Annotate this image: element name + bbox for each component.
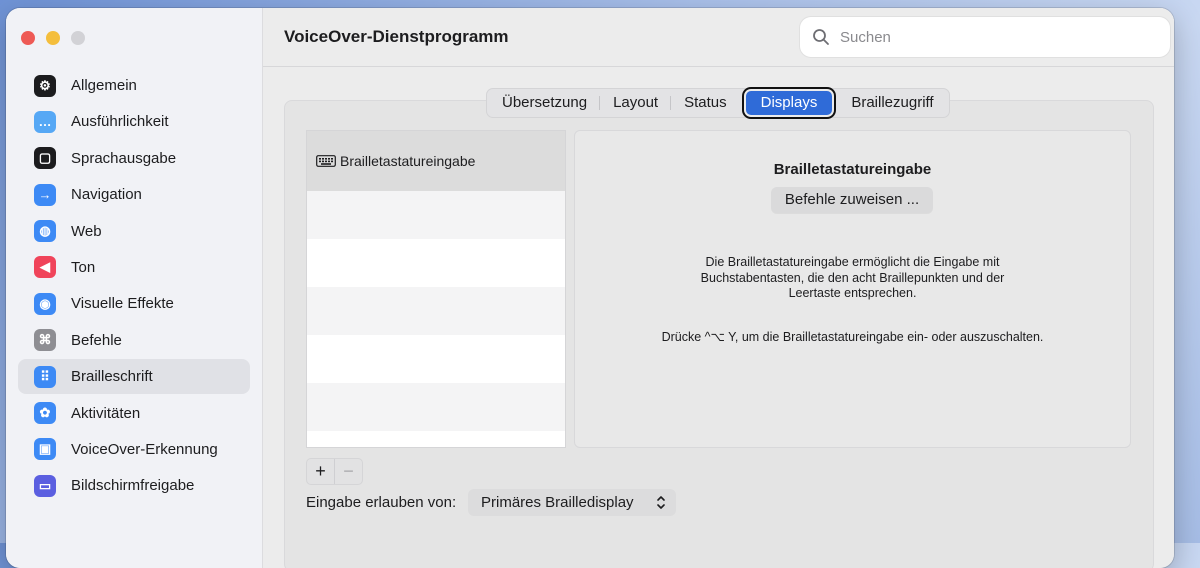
eye-icon: ◉ — [34, 292, 56, 315]
tab-übersetzung[interactable]: Übersetzung — [489, 91, 601, 115]
arrow-right-icon: → — [34, 183, 56, 206]
close-window-button[interactable] — [21, 31, 35, 45]
recognition-icon: ▣ — [34, 438, 56, 461]
sidebar-item[interactable]: ◉ Visuelle Effekte — [18, 286, 250, 321]
sidebar-item[interactable]: ⠿ Brailleschrift — [18, 359, 250, 395]
assign-commands-button[interactable]: Befehle zuweisen ... — [771, 187, 933, 213]
speaker-icon: ◀ — [34, 256, 56, 279]
sidebar-item-label: Ausführlichkeit — [71, 113, 169, 131]
globe-icon: ◍ — [34, 220, 56, 243]
general-icon: ⚙ — [34, 74, 56, 97]
speech-icon: ▢ — [34, 147, 56, 170]
tab-bar: Übersetzung Layout Status Displays Braillezu… — [486, 88, 950, 118]
window-title: VoiceOver-Dienstprogramm — [284, 27, 509, 46]
sidebar-item-label: Allgemein — [71, 77, 137, 94]
sidebar-item[interactable]: → Navigation — [18, 177, 250, 212]
sidebar-item-label: VoiceOver-Erkennung — [71, 440, 218, 458]
search-icon — [813, 29, 829, 45]
add-button[interactable]: + — [307, 459, 335, 484]
sidebar-item[interactable]: ⌘ Befehle — [18, 323, 250, 358]
tab-status[interactable]: Status — [671, 91, 740, 115]
sidebar-item[interactable]: ▭ Bildschirmfreigabe — [18, 468, 250, 503]
screen-sharing-icon: ▭ — [34, 474, 56, 497]
sidebar-item[interactable]: ⚙ Allgemein — [18, 68, 250, 103]
allow-input-label: Eingabe erlauben von: — [306, 494, 457, 511]
sidebar-item[interactable]: ▢ Sprachausgabe — [18, 141, 250, 176]
sidebar-item-label: Aktivitäten — [71, 404, 141, 422]
activities-icon: ✿ — [34, 402, 56, 425]
command-icon: ⌘ — [34, 329, 56, 352]
sidebar-item-label: Bildschirmfreigabe — [71, 477, 195, 495]
empty-list-row — [307, 383, 565, 431]
sidebar-item-label: Web — [71, 222, 102, 240]
allow-input-popup[interactable]: Primäres Brailledisplay — [468, 489, 676, 516]
minimize-window-button[interactable] — [46, 31, 60, 45]
sidebar-item-label: Sprachausgabe — [71, 149, 177, 167]
sidebar-item[interactable]: ◀ Ton — [18, 250, 250, 285]
list-item-label: Brailletastatureingabe — [340, 153, 476, 169]
empty-list-row — [307, 431, 565, 447]
tab-layout[interactable]: Layout — [600, 91, 672, 115]
sidebar-item-label: Navigation — [71, 186, 142, 204]
sidebar-item-label: Visuelle Effekte — [71, 295, 174, 313]
keyboard-icon — [316, 155, 336, 167]
braille-display-list[interactable]: Brailletastatureingabe — [306, 130, 566, 448]
sidebar-item-label: Ton — [71, 258, 96, 276]
add-remove-control: + − — [306, 458, 363, 485]
empty-list-row — [307, 239, 565, 287]
sidebar: ⚙ Allgemein … Ausführlichkeit ▢ Sprachausgabe… — [6, 8, 263, 568]
window-controls — [21, 31, 85, 45]
search-input[interactable] — [838, 27, 1142, 47]
detail-title: Brailletastatureingabe — [773, 161, 932, 178]
toggle-hint: Drücke ^⌥ Y, um die Brailletastatureinga… — [661, 330, 1044, 344]
braille-icon: ⠿ — [34, 365, 56, 388]
zoom-window-button[interactable] — [71, 31, 85, 45]
speech-bubble-icon: … — [34, 110, 56, 133]
sidebar-item-label: Brailleschrift — [71, 368, 153, 386]
detail-pane: Brailletastatureingabe Befehle zuweisen … — [574, 130, 1131, 448]
search-field[interactable] — [800, 17, 1170, 57]
voiceover-utility-window: ⚙ Allgemein … Ausführlichkeit ▢ Sprachausgabe… — [6, 8, 1174, 568]
main-content: VoiceOver-Dienstprogramm ÜbersetzungLayo… — [263, 8, 1174, 568]
empty-list-row — [307, 335, 565, 383]
sidebar-item[interactable]: ▣ VoiceOver-Erkennung — [18, 432, 250, 467]
detail-description: Die Brailletastatureingabe ermöglicht di… — [700, 255, 1005, 300]
empty-list-row — [307, 287, 565, 335]
tab-displays[interactable]: Displays — [745, 91, 833, 115]
sidebar-item[interactable]: ◍ Web — [18, 214, 250, 249]
allow-input-value: Primäres Brailledisplay — [481, 494, 634, 511]
remove-button[interactable]: − — [335, 459, 362, 484]
sidebar-item[interactable]: … Ausführlichkeit — [18, 104, 250, 139]
title-bar: VoiceOver-Dienstprogramm — [263, 8, 1174, 67]
sidebar-list: ⚙ Allgemein … Ausführlichkeit ▢ Sprachausgabe… — [18, 68, 250, 505]
chevron-up-down-icon — [657, 496, 665, 509]
tab-braillezugriff[interactable]: Braillezugriff — [838, 91, 946, 115]
list-item[interactable]: Brailletastatureingabe — [307, 131, 565, 191]
sidebar-item-label: Befehle — [71, 331, 122, 349]
empty-list-row — [307, 191, 565, 239]
sidebar-item[interactable]: ✿ Aktivitäten — [18, 396, 250, 431]
